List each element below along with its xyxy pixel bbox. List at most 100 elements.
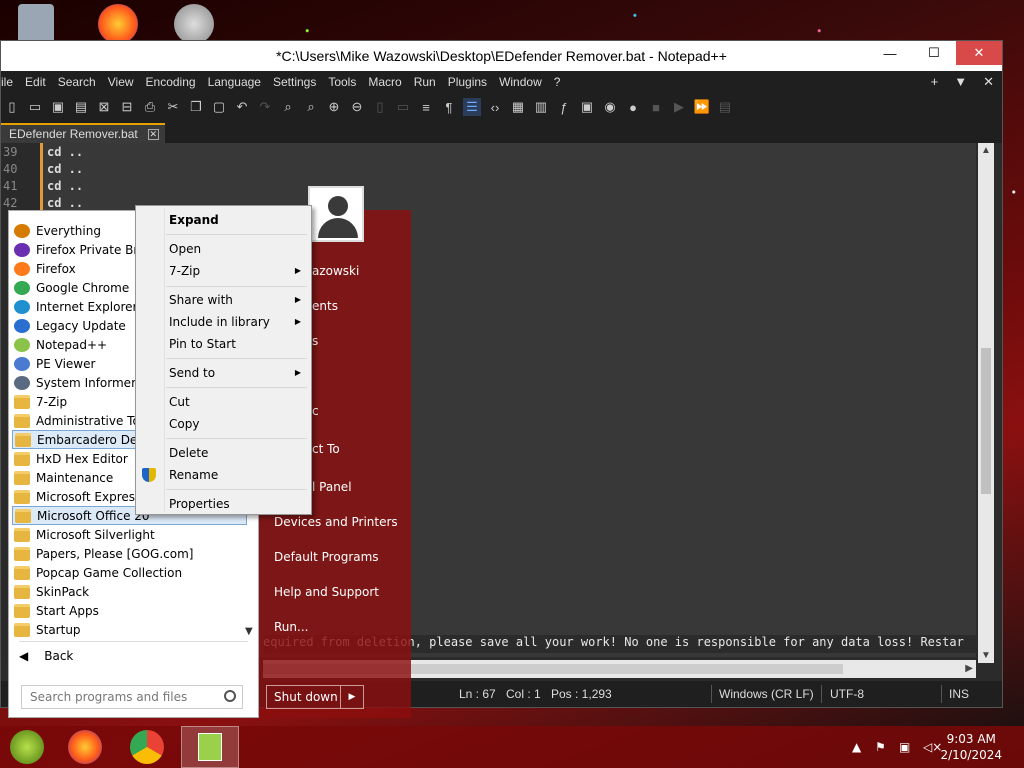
start-documents[interactable]: ents — [312, 299, 338, 313]
menu-file[interactable]: ile — [1, 75, 19, 89]
doc-list-icon[interactable]: ▥ — [532, 98, 550, 116]
close-button[interactable]: ✕ — [956, 41, 1002, 65]
scroll-right-icon[interactable]: ▶ — [965, 663, 973, 674]
save-all-icon[interactable]: ▤ — [72, 98, 90, 116]
volume-muted-icon[interactable]: ◁× — [923, 740, 942, 754]
ctx-rename[interactable]: Rename — [169, 468, 218, 482]
doc-map-icon[interactable]: ▦ — [509, 98, 527, 116]
program-item[interactable]: SkinPack — [12, 582, 247, 601]
user-lang-icon[interactable]: ‹› — [486, 98, 504, 116]
show-hidden-icons-icon[interactable]: ▲ — [852, 740, 861, 754]
start-devices-printers[interactable]: Devices and Printers — [274, 515, 398, 529]
search-input[interactable]: Search programs and files — [21, 685, 243, 709]
notepadpp-taskbar-button[interactable] — [181, 726, 239, 768]
menu-help[interactable]: ? — [548, 75, 567, 89]
recycle-bin-icon[interactable] — [18, 4, 54, 44]
word-wrap-icon[interactable]: ≡ — [417, 98, 435, 116]
ctx-copy[interactable]: Copy — [169, 417, 199, 431]
monitoring-icon[interactable]: ◉ — [601, 98, 619, 116]
start-user-folder[interactable]: azowski — [312, 264, 359, 278]
indent-guide-icon[interactable]: ☰ — [463, 98, 481, 116]
start-pictures[interactable]: s — [312, 334, 318, 348]
list-scroll-down-icon[interactable]: ▼ — [245, 626, 253, 637]
undo-icon[interactable]: ↶ — [233, 98, 251, 116]
start-orb-icon[interactable] — [10, 730, 44, 764]
zoom-in-icon[interactable]: ⊕ — [325, 98, 343, 116]
maximize-button[interactable]: ☐ — [912, 41, 956, 65]
close-all-icon[interactable]: ⊟ — [118, 98, 136, 116]
replace-icon[interactable]: ⌕ — [302, 98, 320, 116]
paste-icon[interactable]: ▢ — [210, 98, 228, 116]
play-macro-icon[interactable]: ▶ — [670, 98, 688, 116]
show-all-chars-icon[interactable]: ¶ — [440, 98, 458, 116]
status-eol[interactable]: Windows (CR LF) — [719, 687, 814, 701]
ctx-properties[interactable]: Properties — [169, 497, 230, 511]
menu-macro[interactable]: Macro — [362, 75, 407, 89]
run-macro-multiple-icon[interactable]: ⏩ — [693, 98, 711, 116]
zoom-out-icon[interactable]: ⊖ — [348, 98, 366, 116]
start-control-panel[interactable]: l Panel — [312, 480, 352, 494]
menu-tools[interactable]: Tools — [322, 75, 362, 89]
tab-close-icon[interactable]: ✕ — [147, 128, 159, 140]
action-center-flag-icon[interactable]: ⚑ — [875, 740, 886, 754]
record-macro-icon[interactable]: ● — [624, 98, 642, 116]
menu-view[interactable]: View — [102, 75, 140, 89]
print-icon[interactable]: ⎙ — [141, 98, 159, 116]
back-button[interactable]: ◀ Back — [19, 649, 73, 663]
ctx-include-library[interactable]: Include in library — [169, 315, 270, 329]
menu-search[interactable]: Search — [52, 75, 102, 89]
new-file-icon[interactable]: ▯ — [3, 98, 21, 116]
copy-icon[interactable]: ❐ — [187, 98, 205, 116]
function-list-icon[interactable]: ƒ — [555, 98, 573, 116]
firefox-desktop-icon[interactable] — [98, 4, 138, 44]
shutdown-label[interactable]: Shut down — [267, 686, 341, 708]
scroll-down-icon[interactable]: ▼ — [981, 650, 991, 661]
redo-icon[interactable]: ↷ — [256, 98, 274, 116]
firefox-taskbar-icon[interactable] — [68, 730, 102, 764]
ctx-share-with[interactable]: Share with — [169, 293, 233, 307]
program-item[interactable]: Papers, Please [GOG.com] — [12, 544, 247, 563]
menu-encoding[interactable]: Encoding — [140, 75, 202, 89]
program-item[interactable]: Start Apps — [12, 601, 247, 620]
sync-h-icon[interactable]: ▭ — [394, 98, 412, 116]
close-doc-button[interactable]: ✕ — [983, 74, 994, 90]
system-clock[interactable]: 9:03 AM 2/10/2024 — [940, 731, 1002, 763]
menu-run[interactable]: Run — [408, 75, 442, 89]
status-encoding[interactable]: UTF-8 — [830, 687, 864, 701]
ctx-send-to[interactable]: Send to — [169, 366, 215, 380]
start-connect-to[interactable]: ct To — [312, 442, 340, 456]
shutdown-options-icon[interactable]: ▶ — [341, 692, 363, 702]
flash-desktop-icon[interactable] — [174, 4, 214, 44]
start-default-programs[interactable]: Default Programs — [274, 550, 379, 564]
program-item[interactable]: Microsoft Silverlight — [12, 525, 247, 544]
minimize-button[interactable]: — — [868, 41, 912, 65]
scroll-up-icon[interactable]: ▲ — [981, 145, 991, 156]
cut-icon[interactable]: ✂ — [164, 98, 182, 116]
tab-edefender-remover[interactable]: EDefender Remover.bat ✕ — [1, 123, 165, 143]
program-item[interactable]: Popcap Game Collection — [12, 563, 247, 582]
ctx-pin-start[interactable]: Pin to Start — [169, 337, 236, 351]
tab-list-button[interactable]: ▼ — [954, 74, 967, 90]
new-tab-button[interactable]: + — [931, 74, 939, 90]
scroll-thumb[interactable] — [981, 348, 991, 494]
status-insert-mode[interactable]: INS — [949, 687, 969, 701]
vertical-scrollbar[interactable]: ▲ ▼ — [978, 143, 994, 663]
start-run[interactable]: Run... — [274, 620, 308, 634]
folder-workspace-icon[interactable]: ▣ — [578, 98, 596, 116]
menu-settings[interactable]: Settings — [267, 75, 322, 89]
save-icon[interactable]: ▣ — [49, 98, 67, 116]
save-macro-icon[interactable]: ▤ — [716, 98, 734, 116]
ctx-7zip[interactable]: 7-Zip — [169, 264, 200, 278]
user-avatar[interactable] — [308, 186, 364, 242]
network-icon[interactable]: ▣ — [899, 740, 910, 754]
ctx-expand[interactable]: Expand — [169, 213, 219, 227]
shutdown-button[interactable]: Shut down ▶ — [266, 685, 364, 709]
stop-macro-icon[interactable]: ■ — [647, 98, 665, 116]
ctx-cut[interactable]: Cut — [169, 395, 190, 409]
menu-language[interactable]: Language — [202, 75, 267, 89]
find-icon[interactable]: ⌕ — [279, 98, 297, 116]
start-help-support[interactable]: Help and Support — [274, 585, 379, 599]
program-item[interactable]: Startup — [12, 620, 247, 639]
menu-plugins[interactable]: Plugins — [442, 75, 493, 89]
ctx-open[interactable]: Open — [169, 242, 201, 256]
